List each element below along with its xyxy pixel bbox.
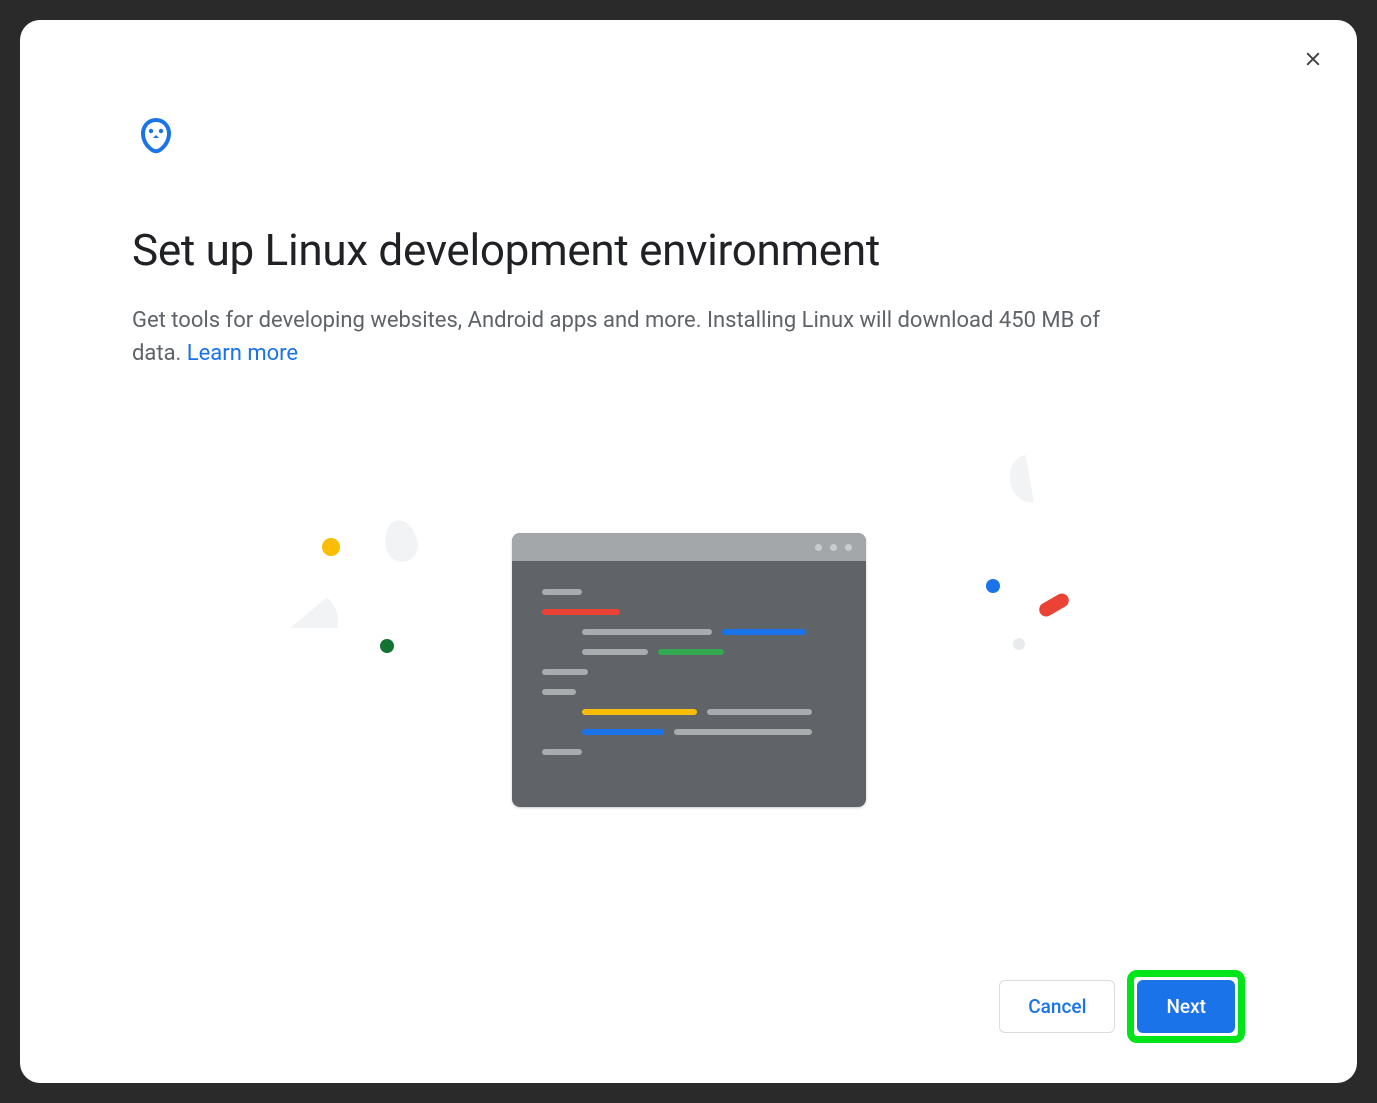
next-button-highlight: Next [1127, 970, 1245, 1043]
code-line [582, 649, 648, 655]
next-button[interactable]: Next [1137, 980, 1235, 1033]
code-line [707, 709, 812, 715]
linux-setup-dialog: Set up Linux development environment Get… [20, 20, 1357, 1083]
dialog-description: Get tools for developing websites, Andro… [132, 304, 1132, 370]
cancel-button[interactable]: Cancel [999, 980, 1115, 1033]
terminal-illustration [512, 533, 866, 807]
code-line [658, 649, 724, 655]
code-line [582, 729, 664, 735]
learn-more-link[interactable]: Learn more [187, 341, 298, 366]
decorative-dot [380, 639, 394, 653]
penguin-icon [132, 112, 1245, 164]
decorative-blob [381, 517, 421, 565]
code-line [582, 709, 697, 715]
decorative-dot [1013, 638, 1025, 650]
code-line [542, 689, 576, 695]
dialog-footer: Cancel Next [132, 950, 1245, 1043]
illustration [132, 430, 1245, 910]
window-control-dot [815, 544, 822, 551]
code-line [542, 609, 620, 615]
code-line [582, 629, 712, 635]
close-icon [1303, 49, 1323, 72]
decorative-dot [322, 538, 340, 556]
window-control-dot [845, 544, 852, 551]
decorative-blob [290, 588, 338, 628]
window-control-dot [830, 544, 837, 551]
terminal-body [512, 561, 866, 789]
code-line [722, 629, 806, 635]
decorative-dot [986, 579, 1000, 593]
code-line [542, 589, 582, 595]
code-line [674, 729, 812, 735]
code-line [542, 749, 582, 755]
code-line [542, 669, 588, 675]
decorative-pill [1037, 591, 1072, 619]
terminal-titlebar [512, 533, 866, 561]
dialog-title: Set up Linux development environment [132, 224, 1245, 276]
close-button[interactable] [1299, 46, 1327, 74]
decorative-blob [986, 455, 1034, 509]
